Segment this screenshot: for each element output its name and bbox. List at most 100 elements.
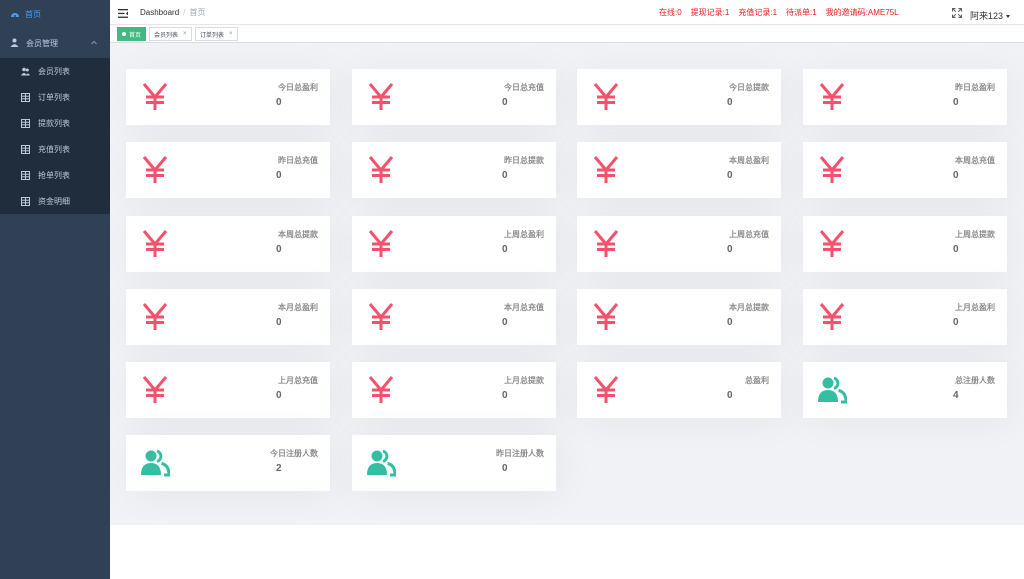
tag-home[interactable]: 首页 [117, 27, 147, 41]
page-footer-area [110, 525, 1024, 579]
people-icon [366, 448, 397, 478]
people-icon [817, 375, 848, 405]
tag-label: 首页 [129, 32, 142, 39]
stat-card-last-week-withdraw[interactable]: 上周总提款 0 [803, 216, 1007, 272]
stat-card-yesterday-profit[interactable]: 昨日总盈利 0 [803, 69, 1007, 125]
breadcrumb-root[interactable]: Dashboard [140, 8, 179, 17]
notice-invite-code[interactable]: 我的邀请码:AME75L [826, 8, 899, 17]
stat-label: 今日总提款 [729, 83, 769, 92]
sidebar-item-home[interactable]: 首页 [0, 0, 110, 28]
notice-withdrawals[interactable]: 提现记录:1 [691, 8, 730, 17]
sidebar-item-grab-orders[interactable]: 抢单列表 [0, 162, 110, 188]
table-icon [21, 92, 30, 102]
tag-order-list[interactable]: 订单列表 × [195, 27, 238, 41]
stat-card-week-withdraw[interactable]: 本周总提款 0 [126, 216, 330, 272]
stat-card-last-month-profit[interactable]: 上月总盈利 0 [803, 289, 1007, 345]
stat-label: 昨日注册人数 [496, 449, 544, 458]
sidebar-item-label: 订单列表 [38, 92, 70, 102]
sidebar-item-orders[interactable]: 订单列表 [0, 84, 110, 110]
stat-card-week-recharge[interactable]: 本周总充值 0 [803, 142, 1007, 198]
stat-value: 0 [727, 244, 733, 255]
sidebar-item-label: 会员列表 [38, 66, 70, 76]
stat-card-yesterday-recharge[interactable]: 昨日总充值 0 [126, 142, 330, 198]
stat-value: 0 [727, 317, 733, 328]
sidebar-item-funds[interactable]: 资金明细 [0, 188, 110, 214]
stat-label: 总注册人数 [955, 376, 995, 385]
stat-label: 本月总提款 [729, 303, 769, 312]
stat-label: 上周总提款 [955, 230, 995, 239]
stat-value: 0 [502, 317, 508, 328]
stat-value: 0 [727, 170, 733, 181]
users-icon [21, 67, 30, 76]
people-icon [140, 448, 171, 478]
stat-card-yesterday-registrations[interactable]: 昨日注册人数 0 [352, 435, 556, 491]
notice-bar: 在线:0 提现记录:1 充值记录:1 待派单:1 我的邀请码:AME75L [659, 7, 908, 18]
stat-card-today-registrations[interactable]: 今日注册人数 2 [126, 435, 330, 491]
yen-icon [817, 229, 847, 259]
breadcrumb-current: 首页 [189, 8, 206, 17]
tag-member-list[interactable]: 会员列表 × [149, 27, 192, 41]
sidebar-item-label: 抢单列表 [38, 170, 70, 180]
yen-icon [140, 375, 170, 405]
user-dropdown[interactable]: 阿来123 [970, 9, 1011, 22]
chevron-up-icon [90, 39, 98, 47]
sidebar-item-label: 首页 [25, 9, 41, 19]
yen-icon [140, 155, 170, 185]
stat-label: 上月总盈利 [955, 303, 995, 312]
stat-label: 上周总盈利 [504, 230, 544, 239]
stat-value: 0 [953, 317, 959, 328]
close-icon[interactable]: × [229, 31, 233, 37]
yen-icon [591, 375, 621, 405]
stat-label: 本周总提款 [278, 230, 318, 239]
yen-icon [140, 82, 170, 112]
stat-value: 0 [727, 390, 733, 401]
stat-card-last-week-profit[interactable]: 上周总盈利 0 [352, 216, 556, 272]
stat-value: 0 [953, 97, 959, 108]
stat-label: 本月总盈利 [278, 303, 318, 312]
stat-card-week-profit[interactable]: 本周总盈利 0 [577, 142, 781, 198]
stat-label: 昨日总盈利 [955, 83, 995, 92]
stat-value: 0 [502, 97, 508, 108]
stat-label: 总盈利 [745, 376, 769, 385]
stat-card-yesterday-withdraw[interactable]: 昨日总提款 0 [352, 142, 556, 198]
notice-pending-dispatch[interactable]: 待派单:1 [786, 8, 817, 17]
sidebar-item-withdrawals[interactable]: 提款列表 [0, 110, 110, 136]
stat-value: 0 [502, 244, 508, 255]
sidebar-item-members[interactable]: 会员列表 [0, 58, 110, 84]
sidebar-group-member[interactable]: 会员管理 [0, 28, 110, 58]
stat-label: 上月总充值 [278, 376, 318, 385]
stat-card-today-withdraw[interactable]: 今日总提款 0 [577, 69, 781, 125]
stat-card-last-month-withdraw[interactable]: 上月总提款 0 [352, 362, 556, 418]
sidebar-item-recharges[interactable]: 充值列表 [0, 136, 110, 162]
sidebar-item-label: 充值列表 [38, 144, 70, 154]
fullscreen-icon[interactable] [951, 7, 963, 19]
yen-icon [140, 302, 170, 332]
stat-value: 0 [276, 244, 282, 255]
stat-label: 今日总盈利 [278, 83, 318, 92]
hamburger-icon[interactable] [118, 7, 128, 18]
stat-card-last-month-recharge[interactable]: 上月总充值 0 [126, 362, 330, 418]
tag-label: 订单列表 [200, 32, 225, 39]
stat-card-today-recharge[interactable]: 今日总充值 0 [352, 69, 556, 125]
stat-label: 今日注册人数 [270, 449, 318, 458]
navbar: Dashboard / 首页 在线:0 提现记录:1 充值记录:1 待派单:1 我的邀请码:… [110, 0, 1024, 25]
stat-card-month-withdraw[interactable]: 本月总提款 0 [577, 289, 781, 345]
stat-card-last-week-recharge[interactable]: 上周总充值 0 [577, 216, 781, 272]
stat-card-total-registrations[interactable]: 总注册人数 4 [803, 362, 1007, 418]
yen-icon [591, 155, 621, 185]
yen-icon [140, 229, 170, 259]
stat-card-month-recharge[interactable]: 本月总充值 0 [352, 289, 556, 345]
notice-online[interactable]: 在线:0 [659, 8, 682, 17]
stat-card-month-profit[interactable]: 本月总盈利 0 [126, 289, 330, 345]
stat-card-today-profit[interactable]: 今日总盈利 0 [126, 69, 330, 125]
user-icon [10, 38, 20, 48]
stat-value: 0 [502, 390, 508, 401]
close-icon[interactable]: × [183, 31, 187, 37]
stat-label: 本周总充值 [955, 156, 995, 165]
stat-card-total-profit[interactable]: 总盈利 0 [577, 362, 781, 418]
table-icon [21, 170, 30, 180]
stat-value: 0 [953, 244, 959, 255]
yen-icon [366, 229, 396, 259]
notice-recharges[interactable]: 充值记录:1 [738, 8, 777, 17]
yen-icon [366, 375, 396, 405]
